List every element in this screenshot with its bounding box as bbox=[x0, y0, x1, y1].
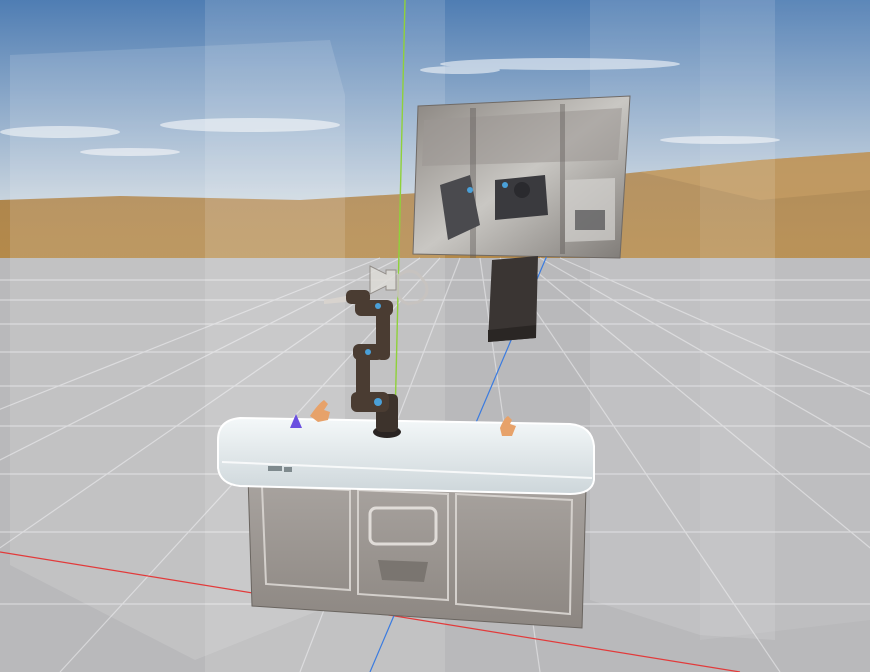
video-panel[interactable] bbox=[412, 95, 631, 259]
lab-counter[interactable] bbox=[217, 416, 595, 629]
scene-canvas[interactable] bbox=[0, 0, 870, 672]
3d-viewport[interactable] bbox=[0, 0, 870, 672]
dark-box[interactable] bbox=[488, 256, 538, 342]
